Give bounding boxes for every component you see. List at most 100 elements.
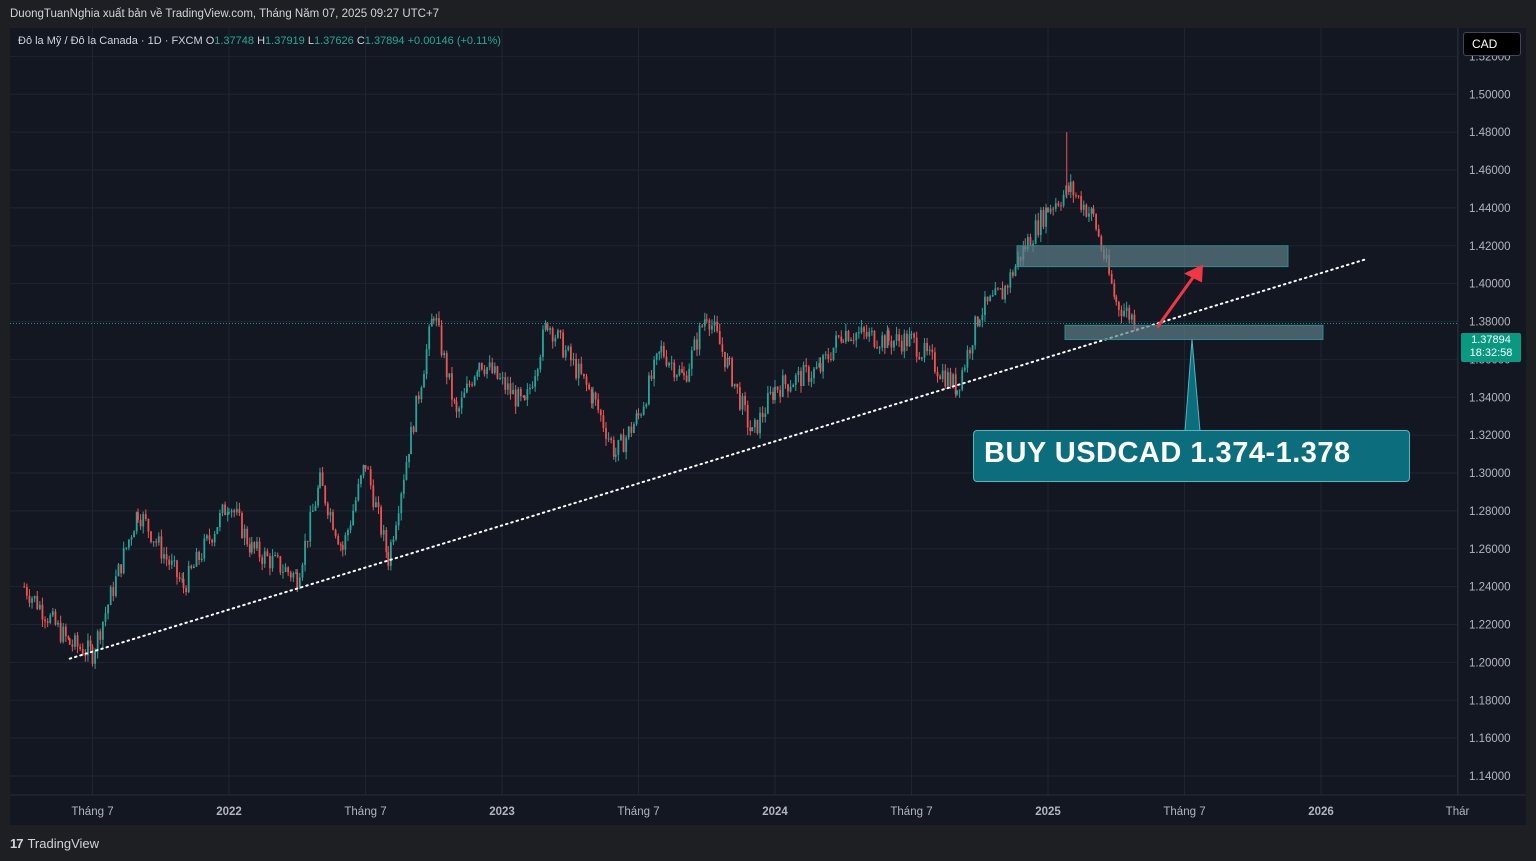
candle-body bbox=[772, 391, 774, 400]
y-tick-label: 1.22000 bbox=[1469, 620, 1511, 632]
candle-body bbox=[360, 475, 362, 484]
candle-body bbox=[648, 375, 650, 405]
candle-body bbox=[64, 626, 67, 637]
candle-body bbox=[519, 389, 522, 397]
candle-body bbox=[99, 631, 102, 640]
candle-body bbox=[733, 383, 736, 387]
candle-body bbox=[1004, 285, 1006, 300]
candle-body bbox=[731, 358, 733, 387]
candle-body bbox=[501, 377, 504, 379]
candle-body bbox=[617, 439, 620, 455]
candle-body bbox=[653, 359, 655, 379]
candle-body bbox=[395, 525, 397, 540]
candle-body bbox=[377, 502, 380, 508]
candle-body bbox=[761, 412, 764, 417]
support-zone bbox=[1064, 324, 1324, 341]
candle-body bbox=[125, 547, 128, 549]
open-label: O bbox=[205, 35, 215, 47]
candle-body bbox=[385, 530, 388, 553]
candle-body bbox=[881, 335, 884, 348]
y-tick-label: 1.38000 bbox=[1469, 317, 1511, 329]
candle-body bbox=[1009, 272, 1012, 288]
candle-body bbox=[681, 369, 683, 373]
candle-body bbox=[263, 551, 266, 564]
buy-annotation[interactable]: BUY USDCAD 1.374-1.378 bbox=[973, 430, 1410, 482]
candle-body bbox=[430, 318, 433, 327]
candle-body bbox=[71, 644, 74, 647]
candle-body bbox=[59, 622, 62, 642]
candle-body bbox=[526, 389, 529, 400]
candle-body bbox=[301, 564, 304, 578]
candle-body bbox=[721, 344, 724, 352]
candle-body bbox=[463, 392, 466, 398]
ohlc-legend: Đô la Mỹ / Đô la Canada · 1D · FXCM O1.3… bbox=[18, 35, 501, 47]
y-tick-label: 1.32000 bbox=[1469, 430, 1511, 442]
y-tick-label: 1.14000 bbox=[1469, 771, 1511, 783]
candle-body bbox=[233, 510, 236, 513]
candle-body bbox=[570, 346, 572, 361]
y-tick-label: 1.44000 bbox=[1469, 203, 1511, 215]
candle-body bbox=[1012, 272, 1014, 276]
footer-bar bbox=[0, 826, 1536, 861]
resistance-zone bbox=[1016, 245, 1289, 268]
x-tick-label: Tháng 7 bbox=[890, 806, 932, 818]
candle-body bbox=[562, 332, 564, 358]
candle-body bbox=[883, 335, 886, 349]
candle-body bbox=[683, 372, 685, 376]
candle-body bbox=[741, 395, 744, 410]
candle-body bbox=[805, 364, 808, 367]
candle-body bbox=[969, 350, 971, 354]
candle-body bbox=[572, 358, 575, 361]
candle-body bbox=[852, 339, 855, 341]
candle-body bbox=[417, 395, 420, 400]
candle-body bbox=[235, 508, 238, 513]
candle-body bbox=[84, 654, 87, 656]
candle-body bbox=[425, 349, 428, 375]
tradingview-logo[interactable]: 17 TradingView bbox=[10, 835, 99, 851]
candle-body bbox=[517, 389, 520, 407]
candle-body bbox=[898, 334, 901, 341]
candle-body bbox=[317, 487, 319, 506]
x-tick-label: Tháng 7 bbox=[617, 806, 659, 818]
candle-body bbox=[594, 392, 597, 400]
candle-body bbox=[122, 548, 125, 574]
candle-body bbox=[76, 635, 79, 647]
candle-body bbox=[655, 353, 658, 360]
candle-body bbox=[410, 426, 412, 455]
candle-body bbox=[860, 327, 863, 333]
candle-body bbox=[868, 331, 871, 337]
candle-body bbox=[238, 508, 241, 513]
candle-body bbox=[787, 384, 789, 392]
candle-body bbox=[178, 577, 181, 579]
candle-body bbox=[549, 328, 551, 331]
candle-body bbox=[536, 369, 539, 377]
x-tick-label: 2026 bbox=[1308, 806, 1334, 818]
candle-body bbox=[662, 345, 665, 357]
candle-body bbox=[91, 646, 94, 664]
candle-body bbox=[673, 362, 676, 378]
candle-body bbox=[448, 373, 451, 378]
candle-body bbox=[23, 586, 26, 588]
candle-body bbox=[645, 404, 648, 407]
candle-body bbox=[144, 514, 147, 519]
x-tick-label: Thár bbox=[1446, 806, 1470, 818]
candle-body bbox=[756, 419, 759, 434]
candle-body bbox=[491, 362, 494, 373]
currency-button[interactable]: CAD bbox=[1463, 32, 1521, 56]
candle-body bbox=[362, 465, 365, 476]
candle-body bbox=[1042, 210, 1045, 227]
candle-body bbox=[610, 438, 613, 440]
x-tick-label: 2023 bbox=[489, 806, 515, 818]
candle-body bbox=[219, 513, 221, 528]
candle-body bbox=[999, 288, 1002, 290]
candle-body bbox=[480, 363, 483, 370]
candle-body bbox=[486, 367, 488, 375]
candle-body bbox=[112, 587, 115, 596]
candle-body bbox=[339, 544, 342, 546]
candle-body bbox=[974, 316, 977, 346]
target-arrow-head bbox=[1184, 264, 1203, 283]
candle-body bbox=[701, 325, 704, 327]
candle-body bbox=[198, 551, 200, 560]
candle-body bbox=[910, 333, 913, 335]
candle-body bbox=[133, 531, 135, 538]
